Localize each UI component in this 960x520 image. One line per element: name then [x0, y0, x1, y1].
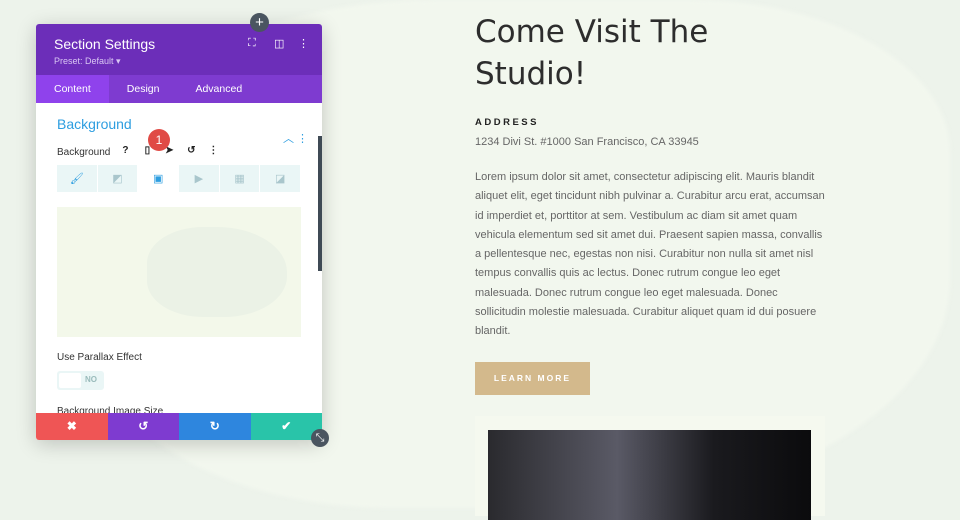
reset-icon[interactable]: ↺	[184, 145, 198, 159]
more-options-icon[interactable]: ⋮	[298, 37, 309, 50]
parallax-label: Use Parallax Effect	[57, 352, 142, 363]
image-icon[interactable]: ▣	[138, 165, 180, 192]
fullscreen-icon[interactable]: ⛶	[248, 37, 256, 50]
preset-dropdown[interactable]: Preset: Default ▾	[54, 56, 304, 67]
panel-tabs: Content Design Advanced	[36, 75, 322, 103]
page-content: Come Visit The Studio! ADDRESS 1234 Divi…	[475, 0, 825, 395]
learn-more-button[interactable]: LEARN MORE	[475, 361, 590, 395]
mask-icon[interactable]: ◪	[260, 165, 302, 192]
split-view-icon[interactable]: ◫	[274, 37, 284, 50]
video-icon[interactable]: ▶	[179, 165, 220, 192]
address-text: 1234 Divi St. #1000 San Francisco, CA 33…	[475, 136, 699, 148]
collapse-chevron-icon[interactable]: ︿ ⋮	[283, 130, 308, 146]
help-icon[interactable]: ?	[118, 145, 132, 159]
panel-title: Section Settings	[54, 36, 156, 52]
add-section-button[interactable]: +	[250, 13, 269, 32]
body-text: Lorem ipsum dolor sit amet, consectetur …	[475, 171, 825, 338]
section-settings-panel: Section Settings Preset: Default ▾ ⛶ ◫ ⋮…	[36, 24, 322, 440]
studio-image	[488, 430, 811, 520]
image-frame	[475, 416, 825, 520]
resize-handle-icon[interactable]: ⤡	[311, 429, 329, 447]
background-type-tabs: 🖌 ◩ ▣ ▶ ▦ ◪	[57, 165, 302, 192]
gradient-icon[interactable]: ◩	[97, 165, 139, 192]
page-heading: Come Visit The Studio!	[475, 14, 709, 92]
more-icon[interactable]: ⋮	[206, 145, 220, 159]
redo-button[interactable]: ↻	[179, 413, 251, 440]
tab-advanced[interactable]: Advanced	[177, 75, 260, 103]
background-label: Background	[57, 146, 111, 158]
tab-content[interactable]: Content	[36, 75, 109, 103]
color-fill-icon[interactable]: 🖌	[57, 165, 98, 192]
address-heading: ADDRESS	[475, 117, 539, 128]
pattern-icon[interactable]: ▦	[219, 165, 261, 192]
parallax-toggle[interactable]: NO	[57, 371, 104, 390]
panel-header: Section Settings Preset: Default ▾ ⛶ ◫ ⋮	[36, 24, 322, 75]
tab-design[interactable]: Design	[109, 75, 178, 103]
background-image-preview[interactable]	[57, 207, 301, 337]
background-section-title[interactable]: Background	[57, 116, 301, 132]
panel-scrollbar[interactable]	[318, 136, 322, 271]
cancel-button[interactable]: ✖	[36, 413, 108, 440]
undo-button[interactable]: ↺	[107, 413, 179, 440]
panel-footer: ✖ ↺ ↻ ✔	[36, 413, 322, 440]
step-badge: 1	[148, 129, 170, 151]
